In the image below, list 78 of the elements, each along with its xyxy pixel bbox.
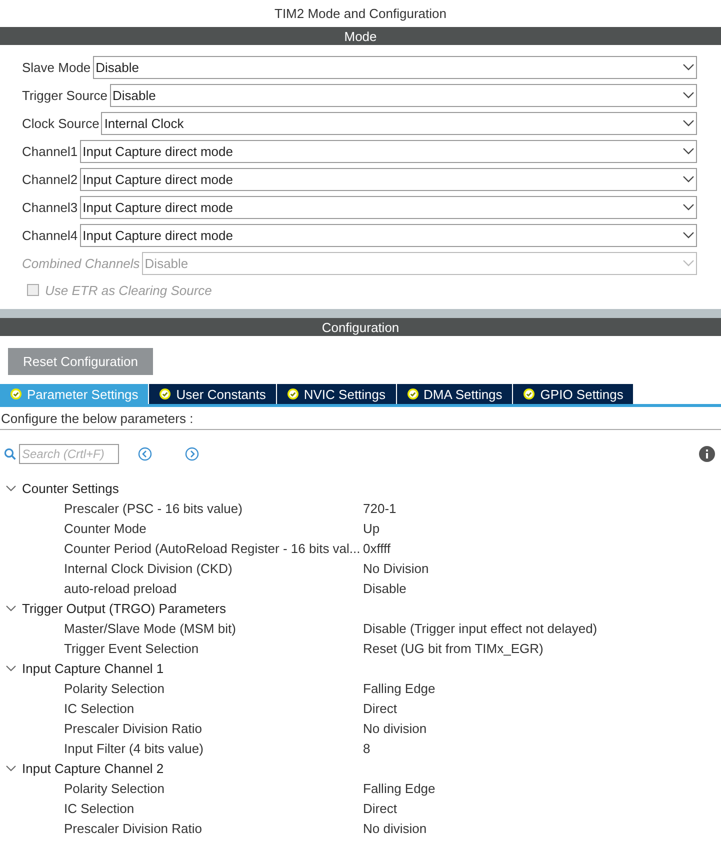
parameter-name: IC Selection: [63, 800, 136, 816]
tab[interactable]: DMA Settings: [396, 384, 512, 404]
search-icon: [4, 448, 16, 460]
dropdown[interactable]: Internal Clock: [101, 112, 697, 134]
tree-group[interactable]: Input Capture Channel 1: [0, 658, 721, 678]
parameter-value[interactable]: Falling Edge: [363, 680, 436, 696]
tab[interactable]: NVIC Settings: [276, 384, 396, 404]
parameter-value[interactable]: No division: [363, 720, 427, 736]
previous-icon[interactable]: [138, 447, 152, 461]
parameter-name: Polarity Selection: [63, 680, 166, 696]
parameter-value[interactable]: Falling Edge: [363, 780, 436, 796]
parameter-value[interactable]: 0xffff: [363, 540, 390, 556]
parameter-value[interactable]: No Division: [363, 560, 429, 576]
dropdown[interactable]: Input Capture direct mode: [80, 140, 697, 162]
checkbox-label: Use ETR as Clearing Source: [45, 282, 212, 298]
dropdown[interactable]: Input Capture direct mode: [80, 168, 697, 190]
parameter-name: Input Filter (4 bits value): [63, 740, 204, 756]
parameter-name: Prescaler (PSC - 16 bits value): [63, 500, 244, 516]
chevron-down-icon: [6, 663, 16, 673]
check-circle-icon: [406, 388, 419, 400]
chevron-down-icon: [6, 763, 16, 773]
parameter-value[interactable]: No division: [363, 820, 427, 836]
check-circle-icon: [10, 388, 22, 400]
parameter-name: Prescaler Division Ratio: [63, 720, 203, 736]
info-icon[interactable]: [699, 446, 715, 462]
tree-group[interactable]: Input Capture Channel 2: [0, 758, 721, 778]
parameter-name: Trigger Event Selection: [63, 640, 200, 656]
tab[interactable]: GPIO Settings: [513, 384, 634, 404]
chevron-down-icon: [683, 92, 694, 98]
parameter-value[interactable]: Disable (Trigger input effect not delayed): [363, 620, 598, 636]
check-circle-icon: [523, 388, 536, 400]
parameter-value[interactable]: 8: [363, 740, 370, 756]
parameter-name: Master/Slave Mode (MSM bit): [63, 620, 237, 636]
parameter-name: Counter Period (AutoReload Register - 16 bits val...: [63, 540, 362, 556]
parameter-value[interactable]: 720-1: [363, 500, 396, 516]
check-circle-icon: [286, 388, 299, 400]
field-label: Channel1: [22, 144, 78, 158]
field-label: Combined Channels: [22, 256, 140, 270]
parameter-name: IC Selection: [63, 700, 136, 716]
dropdown[interactable]: Disable: [92, 56, 697, 78]
parameter-value[interactable]: Direct: [363, 800, 397, 816]
chevron-down-icon: [683, 148, 694, 154]
section-header: Mode: [0, 27, 721, 45]
parameter-name: Internal Clock Division (CKD): [63, 560, 234, 576]
dropdown[interactable]: Disable: [110, 84, 697, 106]
field-label: Channel4: [22, 228, 78, 242]
chevron-down-icon: [6, 603, 16, 613]
parameter-value[interactable]: Reset (UG bit from TIMx_EGR): [363, 640, 544, 656]
instruction-text: Configure the below parameters :: [0, 408, 721, 430]
chevron-down-icon: [683, 204, 694, 210]
tab[interactable]: User Constants: [149, 384, 276, 404]
parameter-value[interactable]: Disable: [363, 580, 406, 596]
chevron-down-icon: [683, 176, 694, 182]
check-circle-icon: [159, 388, 172, 400]
field-label: Channel2: [22, 172, 78, 186]
chevron-down-icon: [6, 483, 16, 493]
parameter-name: Prescaler Division Ratio: [63, 820, 203, 836]
parameter-name: Counter Mode: [63, 520, 148, 536]
parameter-name: auto-reload preload: [63, 580, 178, 596]
field-label: Clock Source: [22, 116, 100, 130]
chevron-down-icon: [683, 260, 694, 266]
parameter-name: Polarity Selection: [63, 780, 166, 796]
field-label: Trigger Source: [22, 88, 108, 102]
section-header: Configuration: [0, 318, 721, 336]
next-icon[interactable]: [185, 447, 199, 461]
parameter-value[interactable]: Up: [363, 520, 380, 536]
window-title: TIM2 Mode and Configuration: [274, 5, 448, 23]
dropdown[interactable]: Input Capture direct mode: [80, 196, 697, 218]
field-label: Slave Mode: [22, 60, 91, 74]
chevron-down-icon: [683, 120, 694, 126]
dropdown[interactable]: Input Capture direct mode: [80, 224, 697, 246]
parameter-value[interactable]: Direct: [363, 700, 397, 716]
chevron-down-icon: [683, 232, 694, 238]
tree-group[interactable]: Trigger Output (TRGO) Parameters: [0, 598, 721, 618]
tree-group[interactable]: Counter Settings: [0, 478, 721, 498]
chevron-down-icon: [683, 64, 694, 70]
field-label: Channel3: [22, 200, 78, 214]
search-field[interactable]: Search (Crtl+F): [19, 444, 119, 464]
